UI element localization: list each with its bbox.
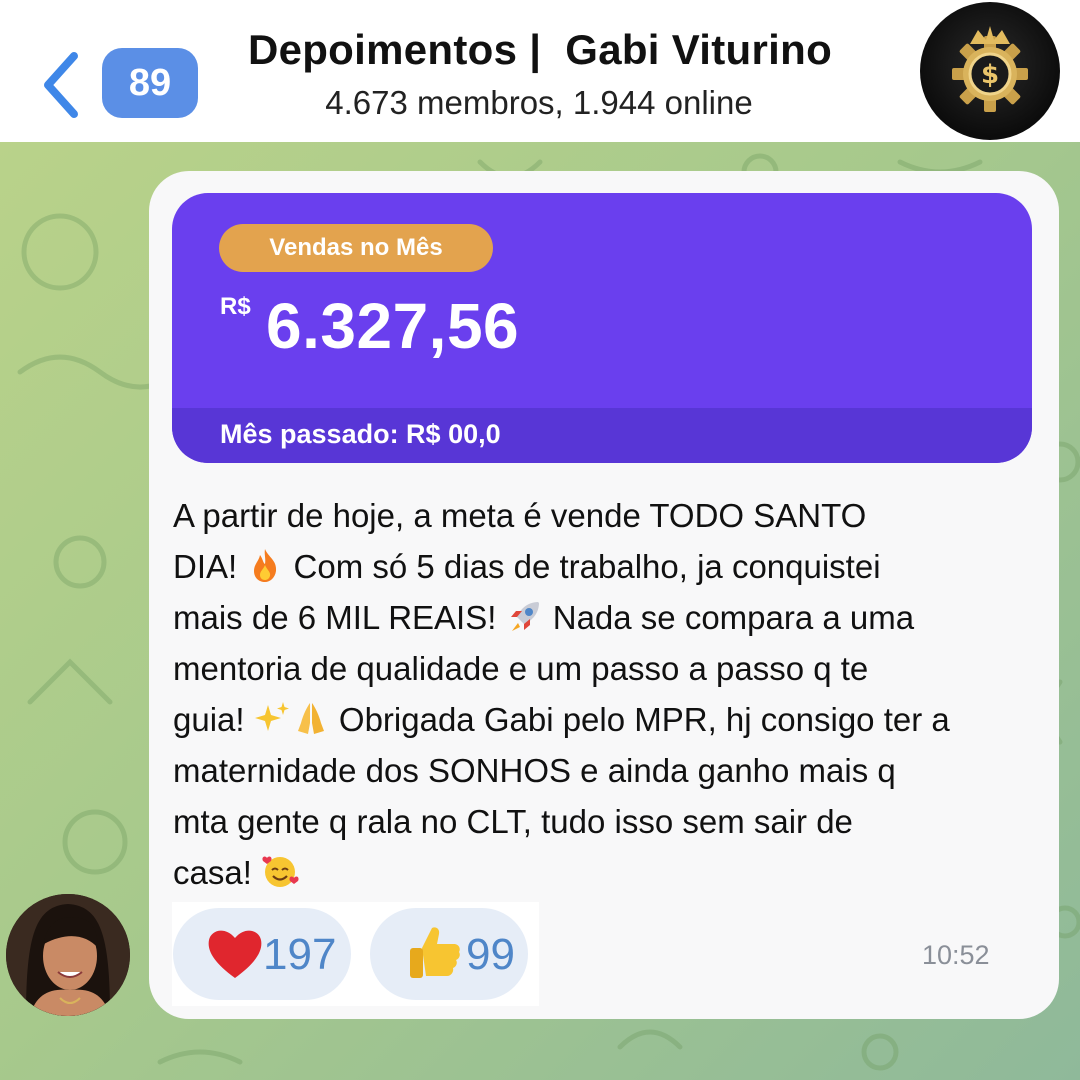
message-line: casa! <box>173 847 1013 898</box>
folded-hands-emoji-icon <box>297 703 324 734</box>
reaction-thumbs-up-count: 99 <box>466 930 515 979</box>
svg-text:$: $ <box>981 60 999 90</box>
channel-avatar[interactable]: $ <box>920 2 1060 140</box>
message-time: 10:52 <box>922 940 990 970</box>
reactions-bar: 197 99 <box>172 902 539 1006</box>
currency-symbol: R$ <box>220 293 251 320</box>
sender-avatar[interactable] <box>6 894 130 1016</box>
message-line: mais de 6 MIL REAIS! Nada se compara a u… <box>173 599 915 636</box>
smiling-face-with-hearts-icon <box>262 856 299 887</box>
reaction-heart-count: 197 <box>263 930 337 979</box>
message-line: DIA! Com só 5 dias de trabalho, ja conqu… <box>173 548 881 585</box>
message-line: mentoria de qualidade e um passo a passo… <box>173 650 869 687</box>
chat-title[interactable]: Depoimentos | Gabi Viturino <box>0 26 1080 74</box>
message-text: A partir de hoje, a meta é vende TODO SA… <box>173 490 1013 898</box>
chat-member-count: 4.673 membros, 1.944 online <box>325 84 753 121</box>
sparkles-emoji-icon <box>254 702 289 731</box>
reaction-thumbs-up-button[interactable]: 99 <box>370 908 528 1000</box>
message-line: mta gente q rala no CLT, tudo isso sem s… <box>173 803 853 840</box>
gold-dollar-gear-icon: $ <box>952 26 1028 112</box>
fire-emoji-icon <box>254 549 277 582</box>
sales-amount: 6.327,56 <box>266 290 520 362</box>
sender-photo <box>6 894 130 1016</box>
sales-month-label: Vendas no Mês <box>219 224 493 272</box>
last-month-sales: Mês passado: R$ 00,0 <box>220 419 501 449</box>
message-line: A partir de hoje, a meta é vende TODO SA… <box>173 497 867 534</box>
chat-header: 89 Depoimentos | Gabi Viturino 4.673 mem… <box>0 0 1080 142</box>
message-line: guia! Obrigada Gabi pelo MPR, hj consigo… <box>173 701 950 738</box>
thumbs-up-icon <box>410 927 460 978</box>
reaction-heart-button[interactable]: 197 <box>173 908 351 1000</box>
sales-card-image: Vendas no Mês R$ 6.327,56 Mês passado: R… <box>172 193 1032 463</box>
red-heart-icon <box>208 930 262 978</box>
message-line: maternidade dos SONHOS e ainda ganho mai… <box>173 752 896 789</box>
rocket-emoji-icon <box>510 602 539 631</box>
